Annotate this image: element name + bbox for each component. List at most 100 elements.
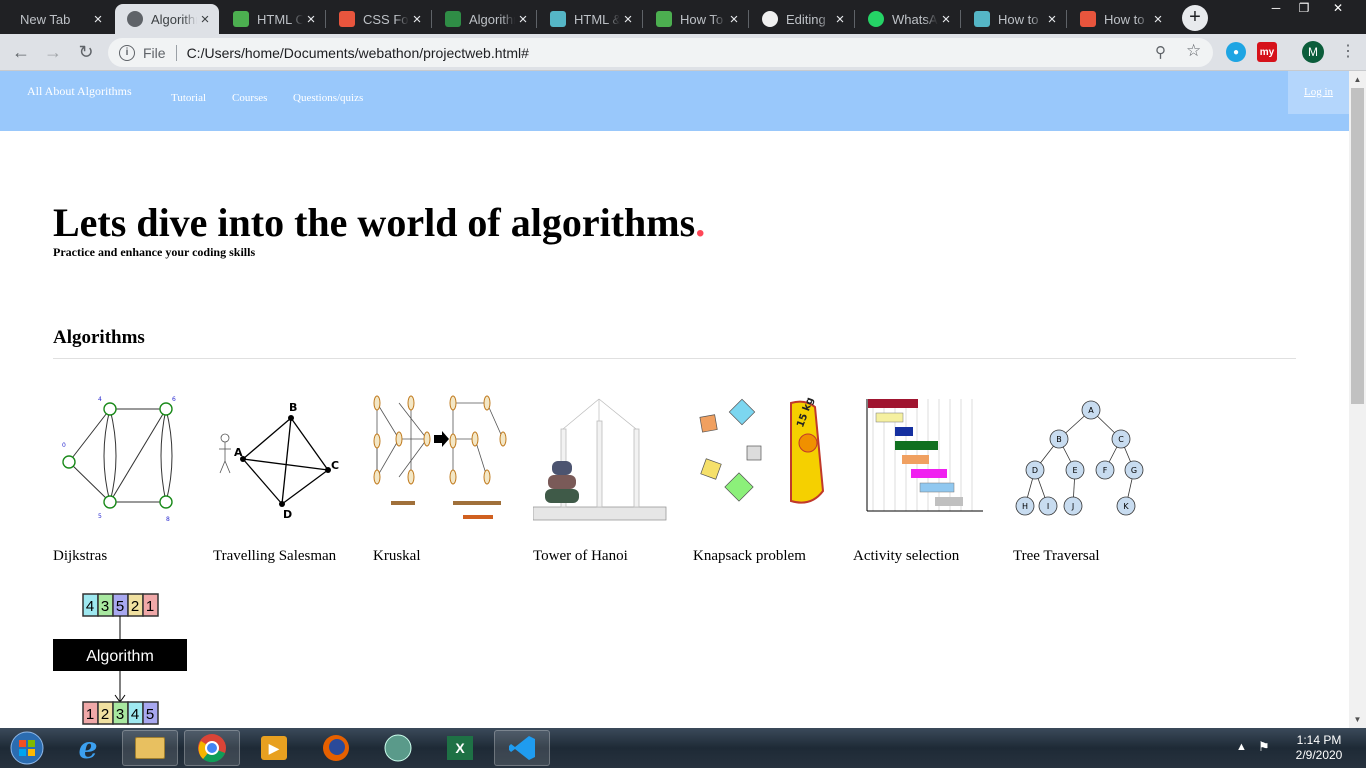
tab-title: WhatsApp <box>892 11 938 27</box>
tab-title: New Tab <box>20 11 71 27</box>
browser-tab[interactable]: New Tab × <box>8 4 112 34</box>
tree-node: K <box>1123 502 1129 511</box>
scroll-up-icon[interactable]: ▲ <box>1349 71 1366 88</box>
vscode-icon[interactable] <box>494 730 550 766</box>
action-center-flag-icon[interactable]: ⚑ <box>1258 739 1270 755</box>
sorting-algorithm-image[interactable]: 4 3 5 2 1 Algorithm 1 2 3 4 5 <box>53 591 188 728</box>
hero-title-text: Lets dive into the world of algorithms <box>53 200 696 245</box>
sort-output-digit: 2 <box>101 706 109 723</box>
tab-close-icon[interactable]: × <box>832 11 848 28</box>
asterisk-icon <box>339 11 355 27</box>
url-text[interactable]: C:/Users/home/Documents/webathon/project… <box>187 45 529 61</box>
browser-tab[interactable]: WhatsApp× <box>856 4 960 34</box>
tab-close-icon[interactable]: × <box>303 11 319 28</box>
tsp-node-c: C <box>331 459 339 472</box>
bookmark-star-icon[interactable]: ☆ <box>1186 41 1201 61</box>
site-brand[interactable]: All About Algorithms <box>27 84 132 99</box>
browser-tab[interactable]: Algorithms× <box>433 4 537 34</box>
tab-close-icon[interactable]: × <box>938 11 954 28</box>
clock-date: 2/9/2020 <box>1295 748 1343 762</box>
scrollbar-thumb[interactable] <box>1351 88 1364 404</box>
card-tree-traversal[interactable]: A B C D E F G H I J K Tree Traversal <box>1013 391 1168 571</box>
sort-input-digit: 2 <box>131 598 139 615</box>
my-extension-icon[interactable]: my <box>1257 42 1277 62</box>
ie-icon[interactable]: e <box>60 730 116 766</box>
globe-icon <box>127 11 143 27</box>
browser-tab[interactable]: How to × <box>1068 4 1172 34</box>
nav-link-quizzes[interactable]: Questions/quizs <box>293 92 363 104</box>
card-activity-selection[interactable]: Activity selection <box>853 391 1008 571</box>
back-icon[interactable]: ← <box>10 41 32 63</box>
sort-box-label: Algorithm <box>86 648 154 665</box>
tab-separator <box>642 10 643 28</box>
card-knapsack-problem[interactable]: 15 kg Knapsack problem <box>693 391 848 571</box>
w3schools-icon <box>233 11 249 27</box>
tab-close-icon[interactable]: × <box>409 11 425 28</box>
site-icon <box>550 11 566 27</box>
forward-icon[interactable]: → <box>42 41 64 63</box>
browser-tab[interactable]: HTML Colors× <box>221 4 325 34</box>
file-explorer-icon[interactable] <box>122 730 178 766</box>
zoom-icon[interactable]: ⚲ <box>1155 43 1166 61</box>
windows-logo-icon <box>10 731 44 765</box>
tree-node: J <box>1071 502 1074 511</box>
close-window-button[interactable]: ✕ <box>1320 0 1356 18</box>
restore-button[interactable]: ❐ <box>1286 0 1322 18</box>
tree-node: D <box>1032 466 1038 475</box>
svg-text:8: 8 <box>166 516 170 523</box>
app-icon[interactable] <box>370 730 426 766</box>
browser-tab[interactable]: Algorithms× <box>115 4 219 34</box>
page-scrollbar[interactable]: ▲ ▼ <box>1349 71 1366 728</box>
browser-tab[interactable]: CSS Fonts× <box>327 4 431 34</box>
tab-separator <box>325 10 326 28</box>
tab-close-icon[interactable]: × <box>1150 11 1166 28</box>
login-link[interactable]: Log in <box>1288 71 1349 114</box>
new-tab-button[interactable]: + <box>1182 5 1208 31</box>
card-travelling-salesman[interactable]: A B C D Travelling Salesman <box>213 391 368 571</box>
extension-icon[interactable]: ● <box>1226 42 1246 62</box>
tab-title: CSS Fonts <box>363 11 409 27</box>
address-bar[interactable]: i File C:/Users/home/Documents/webathon/… <box>108 38 1213 67</box>
svg-text:4: 4 <box>98 396 102 403</box>
binary-tree-image: A B C D E F G H I J K <box>1015 400 1144 516</box>
media-player-icon[interactable]: ▶ <box>246 730 302 766</box>
scroll-down-icon[interactable]: ▼ <box>1349 711 1366 728</box>
card-dijkstras[interactable]: 0 4 6 5 8 Dijkstras <box>53 391 208 571</box>
show-hidden-icons[interactable]: ▲ <box>1236 741 1247 753</box>
tab-close-icon[interactable]: × <box>90 11 106 28</box>
tab-title: Algorithms <box>151 11 197 27</box>
tab-title: Editing <box>786 11 826 27</box>
whatsapp-icon <box>868 11 884 27</box>
svg-text:6: 6 <box>172 396 176 403</box>
card-kruskal[interactable]: Kruskal <box>373 391 528 571</box>
tab-strip: New Tab×Algorithms×HTML Colors×CSS Fonts… <box>0 0 1366 34</box>
card-label: Travelling Salesman <box>213 548 337 564</box>
tab-separator <box>748 10 749 28</box>
tab-close-icon[interactable]: × <box>197 11 213 28</box>
start-button[interactable] <box>2 730 52 766</box>
browser-tab[interactable]: Editing × <box>750 4 854 34</box>
reload-icon[interactable]: ↻ <box>75 41 97 63</box>
menu-icon[interactable]: ⋮ <box>1340 41 1356 61</box>
info-icon[interactable]: i <box>119 44 135 61</box>
firefox-icon[interactable] <box>308 730 364 766</box>
system-clock[interactable]: 1:14 PM 2/9/2020 <box>1284 733 1354 763</box>
scheme-label: File <box>143 44 166 61</box>
chrome-icon[interactable] <box>184 730 240 766</box>
nav-link-courses[interactable]: Courses <box>232 92 267 104</box>
excel-icon[interactable]: X <box>432 730 488 766</box>
tab-close-icon[interactable]: × <box>515 11 531 28</box>
tab-close-icon[interactable]: × <box>726 11 742 28</box>
profile-avatar[interactable]: M <box>1302 41 1324 63</box>
browser-tab[interactable]: How to × <box>962 4 1066 34</box>
tab-separator <box>960 10 961 28</box>
card-tower-of-hanoi[interactable]: Tower of Hanoi <box>533 391 688 571</box>
browser-tab[interactable]: HTML & CSS× <box>538 4 642 34</box>
nav-link-tutorial[interactable]: Tutorial <box>171 92 206 104</box>
hero-title-dot: . <box>695 200 706 245</box>
section-divider <box>53 358 1296 359</box>
tab-close-icon[interactable]: × <box>1044 11 1060 28</box>
browser-tab[interactable]: How To × <box>644 4 748 34</box>
dijkstra-graph-image: 0 4 6 5 8 <box>62 396 176 523</box>
tab-close-icon[interactable]: × <box>620 11 636 28</box>
